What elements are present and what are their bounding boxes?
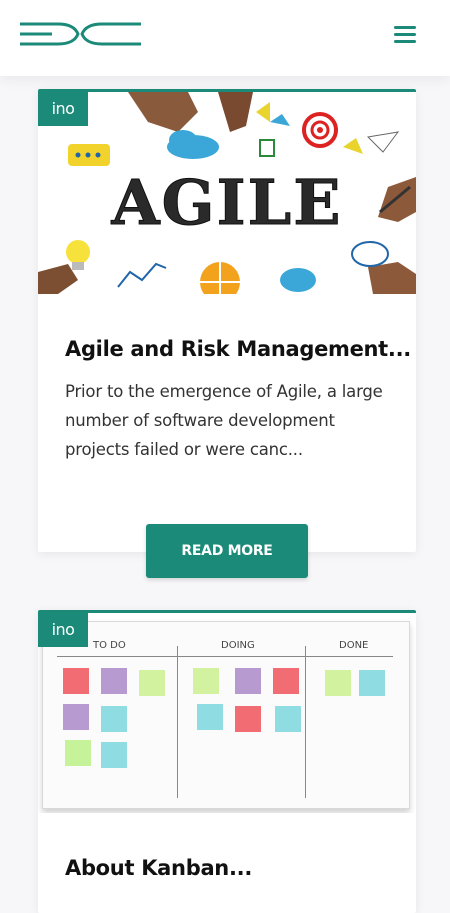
sticky-note [235, 706, 261, 732]
board-rule [57, 656, 393, 657]
kanban-board-illustration: TO DO DOING DONE [42, 621, 410, 809]
board-divider [305, 646, 306, 798]
article-card: TO DO DOING DONE ino About Kanban... [38, 610, 416, 913]
kanban-column-header: DOING [221, 640, 255, 651]
read-more-button[interactable]: READ MORE [146, 524, 308, 578]
ino-badge: ino [38, 92, 88, 126]
sticky-note [101, 668, 127, 694]
hamburger-menu-icon[interactable] [392, 22, 420, 46]
sticky-note [359, 670, 385, 696]
article-title[interactable]: About Kanban... [65, 856, 252, 880]
board-divider [177, 646, 178, 798]
sticky-note [139, 670, 165, 696]
sticky-note [275, 706, 301, 732]
dc-logo-icon [20, 22, 141, 46]
sticky-note [65, 740, 91, 766]
article-excerpt: Prior to the emergence of Agile, a large… [65, 382, 383, 459]
sticky-note [101, 742, 127, 768]
article-image[interactable]: AGILE [38, 92, 416, 294]
sticky-note [101, 706, 127, 732]
site-header [0, 0, 450, 76]
sticky-note [235, 668, 261, 694]
sticky-note [325, 670, 351, 696]
sticky-note [197, 704, 223, 730]
sticky-note [63, 704, 89, 730]
article-title[interactable]: Agile and Risk Management... [65, 337, 411, 361]
sticky-note [273, 668, 299, 694]
article-image[interactable]: TO DO DOING DONE [38, 613, 416, 813]
article-card: AGILE ino Agile and Risk Management... P… [38, 89, 416, 552]
site-logo[interactable] [18, 18, 143, 50]
kanban-column-header: TO DO [93, 640, 126, 651]
ino-badge: ino [38, 613, 88, 647]
kanban-column-header: DONE [339, 640, 369, 651]
sticky-note [63, 668, 89, 694]
agile-illustration: AGILE [38, 92, 416, 294]
sticky-note [193, 668, 219, 694]
agile-word: AGILE [111, 166, 343, 239]
